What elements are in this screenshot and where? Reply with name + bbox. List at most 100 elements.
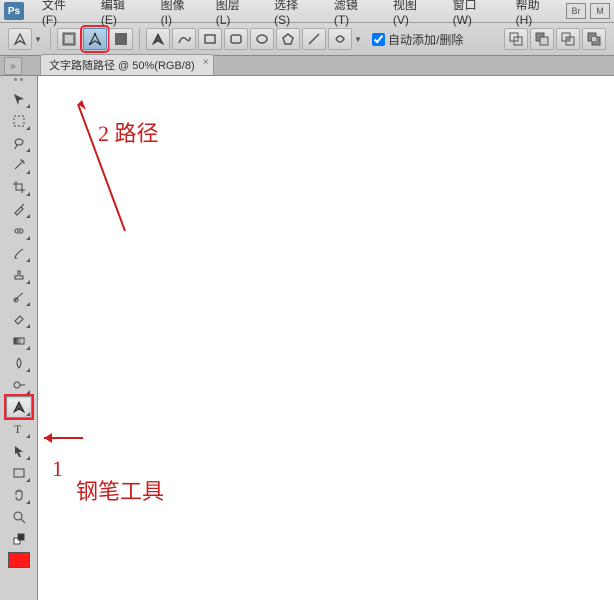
rounded-rect-option[interactable] xyxy=(224,28,248,50)
combine-intersect-icon xyxy=(560,31,576,47)
type-icon: T xyxy=(11,421,27,437)
menu-layer[interactable]: 图层(L) xyxy=(206,0,264,29)
pen-tool-option[interactable] xyxy=(146,28,170,50)
blur-tool[interactable] xyxy=(6,352,32,374)
color-swap-tool[interactable] xyxy=(6,528,32,550)
eraser-icon xyxy=(11,311,27,327)
combine-exclude-icon xyxy=(586,31,602,47)
tab-arrange-handle[interactable]: » xyxy=(4,57,22,75)
menu-select[interactable]: 选择(S) xyxy=(264,0,324,29)
pen-icon xyxy=(12,31,28,47)
pen-icon xyxy=(150,31,166,47)
bridge-icon[interactable]: Br xyxy=(566,3,586,19)
eraser-tool[interactable] xyxy=(6,308,32,330)
menu-window[interactable]: 窗口(W) xyxy=(443,0,506,29)
wand-icon xyxy=(11,157,27,173)
annotation-label-1: 钢笔工具 xyxy=(76,474,164,506)
menu-file[interactable]: 文件(F) xyxy=(32,0,91,29)
rounded-rect-icon xyxy=(228,31,244,47)
annotation-num-1: 1 xyxy=(52,456,63,482)
history-brush-icon xyxy=(11,289,27,305)
menu-image[interactable]: 图像(I) xyxy=(151,0,206,29)
custom-shape-option[interactable] xyxy=(328,28,352,50)
polygon-icon xyxy=(280,31,296,47)
eyedropper-tool[interactable] xyxy=(6,198,32,220)
menu-view[interactable]: 视图(V) xyxy=(383,0,443,29)
menu-edit[interactable]: 编辑(E) xyxy=(91,0,151,29)
wand-tool[interactable] xyxy=(6,154,32,176)
crop-tool[interactable] xyxy=(6,176,32,198)
eyedropper-icon xyxy=(11,201,27,217)
document-tab[interactable]: 文字路随路径 @ 50%(RGB/8) × xyxy=(40,54,214,75)
path-combine-exclude-button[interactable] xyxy=(582,28,606,50)
app-logo: Ps xyxy=(4,2,24,20)
dropdown-arrow-icon[interactable]: ▼ xyxy=(34,35,44,44)
freeform-pen-icon xyxy=(176,31,192,47)
pen-tool-icon xyxy=(11,399,27,415)
close-tab-icon[interactable]: × xyxy=(203,57,209,68)
hand-tool[interactable] xyxy=(6,484,32,506)
panel-grip-icon[interactable] xyxy=(2,78,36,86)
auto-add-delete-checkbox[interactable]: 自动添加/删除 xyxy=(372,31,463,48)
blur-icon xyxy=(11,355,27,371)
path-selection-tool[interactable] xyxy=(6,440,32,462)
auto-add-delete-input[interactable] xyxy=(372,33,385,46)
dodge-tool[interactable] xyxy=(6,374,32,396)
tool-preset-button[interactable] xyxy=(8,28,32,50)
fill-pixels-icon xyxy=(113,31,129,47)
tools-panel: T xyxy=(0,76,38,600)
type-tool[interactable]: T xyxy=(6,418,32,440)
shape-tool[interactable] xyxy=(6,462,32,484)
menu-filter[interactable]: 滤镜(T) xyxy=(324,0,383,29)
rectangle-shape-option[interactable] xyxy=(198,28,222,50)
ellipse-shape-option[interactable] xyxy=(250,28,274,50)
line-shape-option[interactable] xyxy=(302,28,326,50)
zoom-icon xyxy=(11,509,27,525)
svg-text:T: T xyxy=(14,422,22,436)
options-bar: ▼ ▼ 自动添加/删除 xyxy=(0,23,614,56)
move-tool[interactable] xyxy=(6,88,32,110)
canvas-area[interactable]: 2 路径 1 钢笔工具 xyxy=(38,76,614,600)
menu-help[interactable]: 帮助(H) xyxy=(506,0,566,29)
fill-pixels-mode-button[interactable] xyxy=(109,28,133,50)
freeform-pen-option[interactable] xyxy=(172,28,196,50)
healing-tool[interactable] xyxy=(6,220,32,242)
document-tab-label: 文字路随路径 @ 50%(RGB/8) xyxy=(49,60,195,72)
crop-icon xyxy=(11,179,27,195)
dodge-icon xyxy=(11,377,27,393)
lasso-icon xyxy=(11,135,27,151)
combine-subtract-icon xyxy=(534,31,550,47)
paths-icon xyxy=(87,31,103,47)
line-icon xyxy=(306,31,322,47)
shape-options-arrow-icon[interactable]: ▼ xyxy=(354,35,364,44)
zoom-tool[interactable] xyxy=(6,506,32,528)
hand-icon xyxy=(11,487,27,503)
lasso-tool[interactable] xyxy=(6,132,32,154)
ellipse-icon xyxy=(254,31,270,47)
mini-bridge-icon[interactable]: M xyxy=(590,3,610,19)
color-swap-icon xyxy=(11,531,27,547)
history-brush-tool[interactable] xyxy=(6,286,32,308)
paths-mode-button[interactable] xyxy=(83,28,107,50)
path-combine-add-button[interactable] xyxy=(504,28,528,50)
path-combine-subtract-button[interactable] xyxy=(530,28,554,50)
brush-tool[interactable] xyxy=(6,242,32,264)
stamp-icon xyxy=(11,267,27,283)
custom-shape-icon xyxy=(332,31,348,47)
document-tab-bar: » 文字路随路径 @ 50%(RGB/8) × xyxy=(0,56,614,76)
stamp-tool[interactable] xyxy=(6,264,32,286)
shape-layers-mode-button[interactable] xyxy=(57,28,81,50)
annotation-arrow-1 xyxy=(38,428,88,448)
pen-tool[interactable] xyxy=(6,396,32,418)
foreground-color-swatch[interactable] xyxy=(8,552,30,568)
marquee-tool[interactable] xyxy=(6,110,32,132)
gradient-tool[interactable] xyxy=(6,330,32,352)
gradient-icon xyxy=(11,333,27,349)
move-icon xyxy=(11,91,27,107)
combine-add-icon xyxy=(508,31,524,47)
annotation-arrow-2 xyxy=(70,96,130,236)
auto-add-delete-label: 自动添加/删除 xyxy=(388,31,463,48)
path-combine-intersect-button[interactable] xyxy=(556,28,580,50)
menu-bar: Ps 文件(F) 编辑(E) 图像(I) 图层(L) 选择(S) 滤镜(T) 视… xyxy=(0,0,614,23)
polygon-shape-option[interactable] xyxy=(276,28,300,50)
